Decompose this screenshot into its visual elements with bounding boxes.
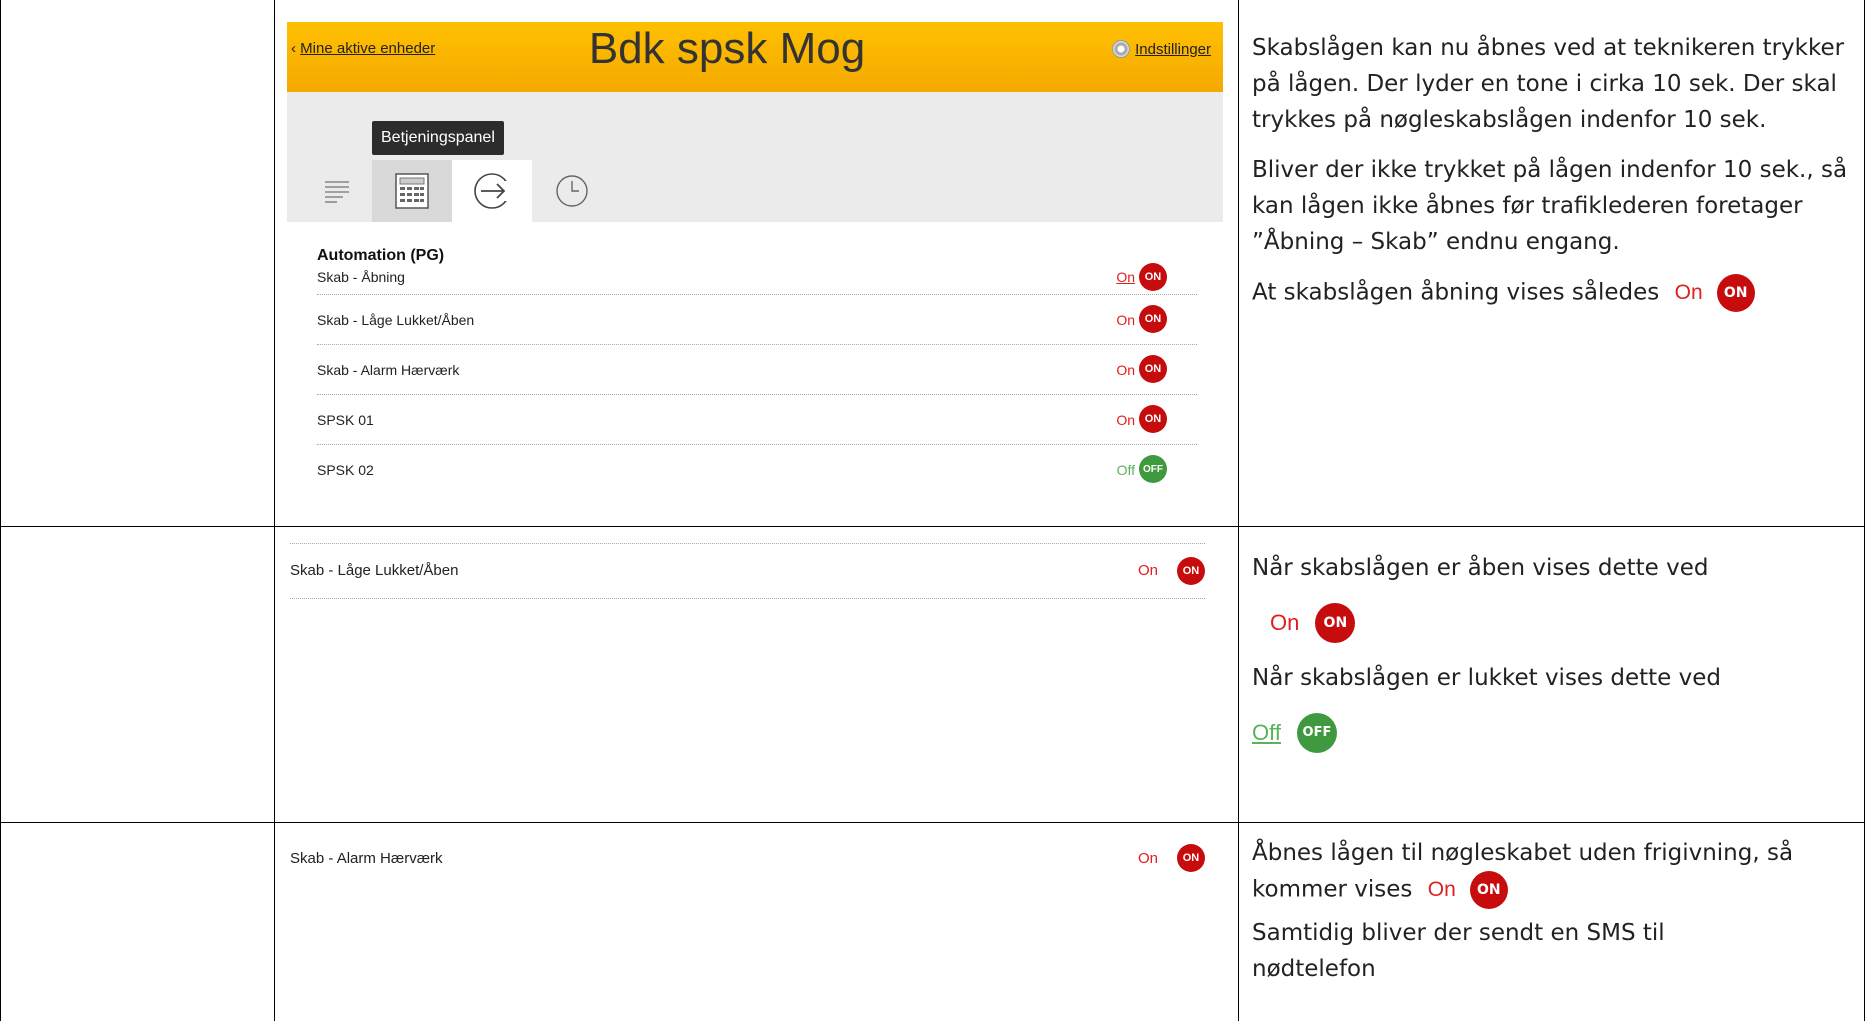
list-item[interactable]: SPSK 01 On ON <box>317 395 1197 445</box>
off-badge: OFF <box>1296 713 1337 753</box>
item-state[interactable]: On <box>1116 412 1135 428</box>
on-badge[interactable]: ON <box>1139 355 1167 383</box>
automation-list: Automation (PG) Skab - Åbning On ON Skab… <box>317 247 1197 495</box>
on-badge: ON <box>1177 557 1205 585</box>
paragraph: Samtidig bliver der sendt en SMS til nød… <box>1252 920 1665 982</box>
on-badge: ON <box>1315 603 1356 643</box>
item-label: SPSK 02 <box>317 462 374 478</box>
item-state[interactable]: On <box>1116 269 1135 285</box>
item-label: Skab - Alarm Hærværk <box>290 850 443 867</box>
settings-label: Indstillinger <box>1135 40 1211 58</box>
item-state[interactable]: Off <box>1117 462 1135 478</box>
item-label: Skab - Låge Lukket/Åben <box>317 312 475 328</box>
list-icon <box>325 181 349 203</box>
app-screenshot: ‹ Mine aktive enheder Bdk spsk Mog Indst… <box>287 22 1223 532</box>
settings-link[interactable]: Indstillinger <box>1112 40 1211 58</box>
status-row-alarm: Skab - Alarm Hærværk On ON <box>290 842 1205 878</box>
tab-keypad[interactable] <box>372 160 452 222</box>
arrow-right-circle-icon <box>474 173 512 209</box>
status-text: On <box>1674 281 1703 304</box>
paragraph: Når skabslågen er lukket vises dette ved <box>1252 665 1721 691</box>
app-title: Bdk spsk Mog <box>588 24 866 73</box>
item-state[interactable]: On <box>1116 362 1135 378</box>
item-label: Skab - Låge Lukket/Åben <box>290 562 459 579</box>
app-header: ‹ Mine aktive enheder Bdk spsk Mog Indst… <box>287 22 1223 92</box>
description-2: Når skabslågen er åben vises dette ved O… <box>1252 550 1852 770</box>
table-border-left <box>0 0 1 1021</box>
status-indicator: On ON <box>1675 274 1755 312</box>
list-item[interactable]: Skab - Alarm Hærværk On ON <box>317 345 1197 395</box>
tab-history[interactable] <box>532 160 612 222</box>
clock-icon <box>556 175 588 207</box>
tab-list[interactable] <box>297 160 377 222</box>
section-title: Automation (PG) <box>317 247 445 264</box>
status-indicator: Off OFF <box>1252 710 1852 756</box>
description-1: Skabslågen kan nu åbnes ved at teknikere… <box>1252 30 1852 326</box>
paragraph: Bliver der ikke trykket på lågen indenfo… <box>1252 157 1848 255</box>
on-badge: ON <box>1716 274 1755 312</box>
table-border-col2 <box>1238 0 1239 1021</box>
paragraph: Skabslågen kan nu åbnes ved at teknikere… <box>1252 35 1845 133</box>
on-badge[interactable]: ON <box>1139 405 1167 433</box>
tab-outputs[interactable] <box>452 160 532 222</box>
paragraph-text: At skabslågen åbning vises således <box>1252 279 1660 306</box>
paragraph: Åbnes lågen til nøgleskabet uden frigivn… <box>1252 835 1852 909</box>
tab-bar: Betjeningspanel <box>287 92 1223 222</box>
on-badge: ON <box>1177 844 1205 872</box>
status-indicator: On ON <box>1252 600 1852 646</box>
status-indicator: On ON <box>1428 871 1508 909</box>
on-badge: ON <box>1469 871 1508 909</box>
item-state[interactable]: On <box>1116 312 1135 328</box>
item-label: Skab - Alarm Hærværk <box>317 362 460 378</box>
tooltip: Betjeningspanel <box>372 121 504 155</box>
on-badge[interactable]: ON <box>1139 305 1167 333</box>
item-label: SPSK 01 <box>317 412 374 428</box>
status-text: On <box>1427 878 1456 901</box>
item-label: Skab - Åbning <box>317 269 405 285</box>
paragraph: At skabslågen åbning vises således On ON <box>1252 274 1852 312</box>
list-item[interactable]: SPSK 02 Off OFF <box>317 445 1197 495</box>
table-border-right <box>1864 0 1865 1021</box>
list-item[interactable]: Skab - Åbning On ON <box>317 263 1197 295</box>
gear-icon <box>1112 40 1131 58</box>
table-border-row2 <box>0 822 1865 823</box>
item-state: On <box>1137 850 1158 867</box>
off-badge[interactable]: OFF <box>1139 455 1167 483</box>
on-badge[interactable]: ON <box>1139 263 1167 291</box>
paragraph: Når skabslågen er åben vises dette ved <box>1252 555 1709 581</box>
table-border-col1 <box>274 0 275 1021</box>
status-text: On <box>1270 610 1300 635</box>
paragraph-text: Åbnes lågen til nøgleskabet uden frigivn… <box>1252 840 1794 903</box>
description-3: Åbnes lågen til nøgleskabet uden frigivn… <box>1252 835 1852 1001</box>
status-text: Off <box>1252 720 1281 745</box>
list-item[interactable]: Skab - Låge Lukket/Åben On ON <box>317 295 1197 345</box>
keypad-icon <box>395 173 429 209</box>
item-state: On <box>1137 562 1158 579</box>
status-row-door: Skab - Låge Lukket/Åben On ON <box>290 543 1205 599</box>
